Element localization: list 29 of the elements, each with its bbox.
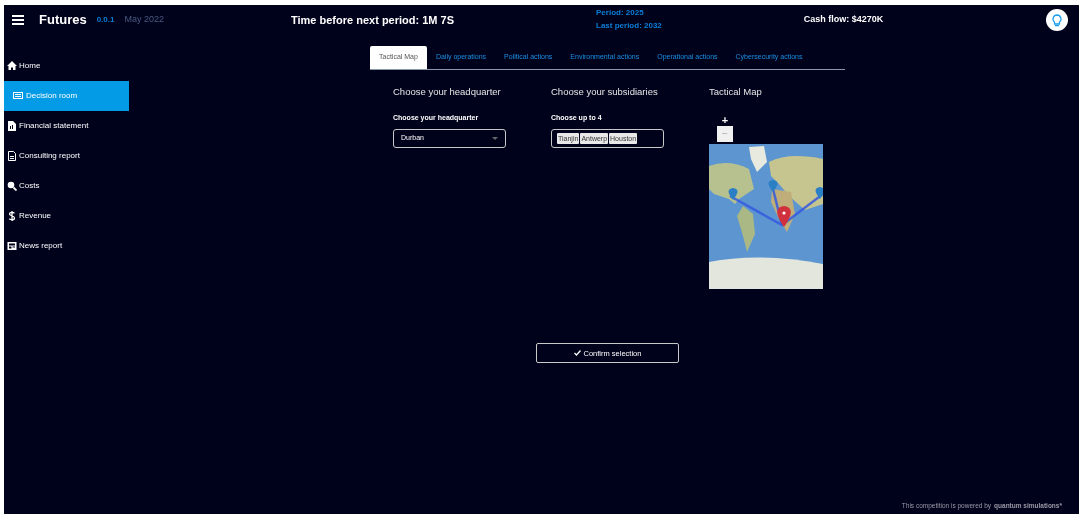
release-date: May 2022 (124, 13, 164, 27)
home-icon (7, 61, 17, 71)
sidebar-item[interactable]: Costs (4, 171, 129, 201)
document-icon (7, 151, 17, 161)
search-icon (7, 181, 17, 191)
countdown-timer: Time before next period: 1M 7S (291, 12, 454, 28)
sidebar-item[interactable]: Home (4, 51, 129, 81)
section-heading: Choose your headquarter (393, 85, 502, 99)
checkmark-icon (573, 350, 581, 357)
keyboard-icon (13, 91, 23, 101)
menu-icon[interactable] (12, 15, 24, 25)
sidebar-item[interactable]: Financial statement (4, 111, 129, 141)
current-period: Period: 2025 (596, 7, 645, 19)
section-heading: Choose your subsidiaries (551, 85, 659, 99)
section-heading: Tactical Map (709, 85, 763, 99)
newspaper-icon (7, 241, 17, 251)
sidebar-item[interactable]: Revenue (4, 201, 129, 231)
zoom-in-button[interactable]: + (717, 114, 733, 127)
dollar-icon (7, 211, 17, 221)
caret-icon (492, 136, 498, 140)
help-button[interactable] (1046, 9, 1068, 31)
version-label: 0.0.1 (96, 14, 115, 26)
lightbulb-icon (1052, 13, 1062, 27)
last-period: Last period: 2032 (596, 20, 662, 32)
document-icon (7, 121, 17, 131)
app-title: Futures (39, 11, 87, 30)
sidebar-item[interactable]: News report (4, 231, 129, 261)
cash-flow: Cash flow: $4270K (803, 13, 884, 27)
sidebar-item[interactable]: Consulting report (4, 141, 129, 171)
